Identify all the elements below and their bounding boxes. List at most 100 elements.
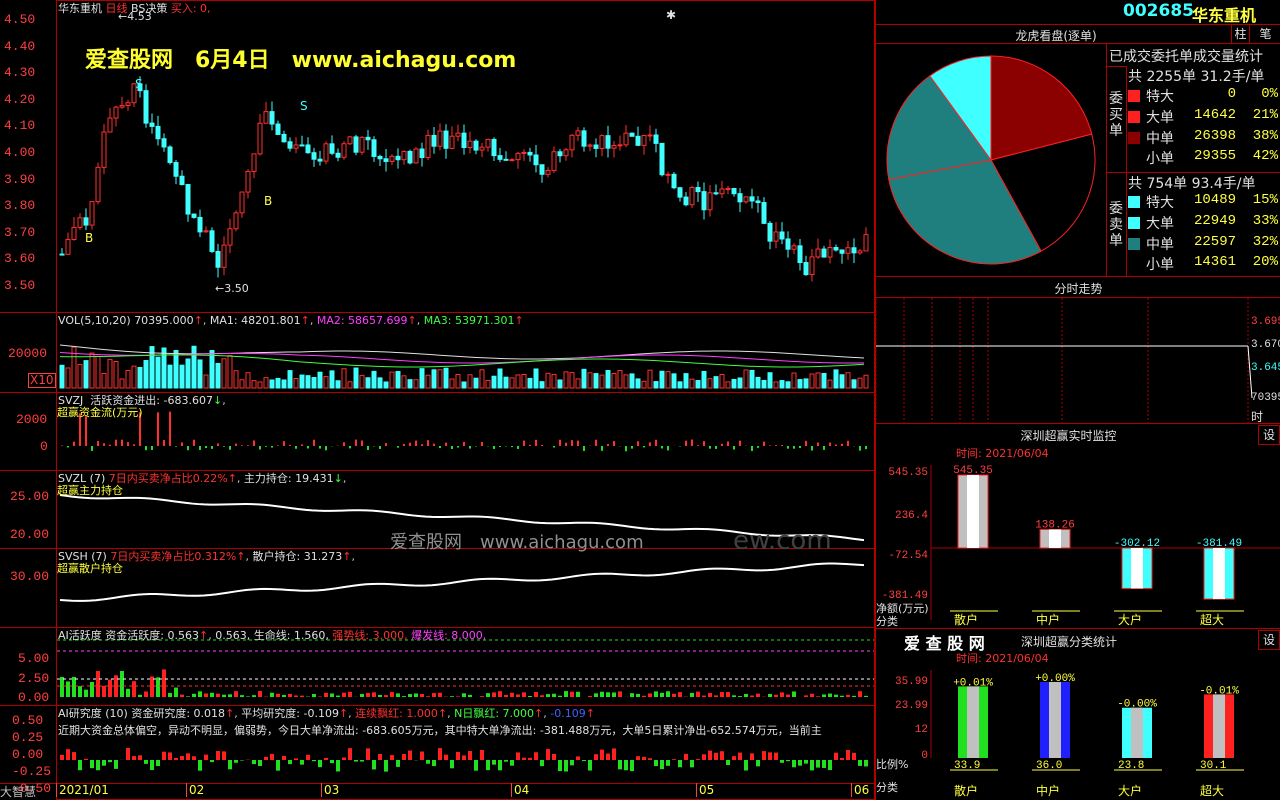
ai1-bar [234,691,238,697]
svzj-bar [283,441,285,446]
ai1-bar [126,688,130,697]
svzj-bar [559,439,561,446]
ai1-bar [654,691,658,697]
volume-bar [131,365,137,389]
order-row: 特大 10489 15% [1128,192,1280,212]
ai2-bar [144,760,148,764]
volume-bar [785,381,791,389]
volume-bar [503,376,509,389]
ai1-axis-2.5: 2.50 [18,671,50,686]
row-count: 14642 [1193,106,1236,123]
quote-header: 002685 华东重机 [876,0,1280,25]
svzj-bar [523,440,525,446]
ai2-bar [156,760,160,767]
row-swatch [1128,110,1140,123]
ai1-bar [768,693,772,697]
ai2-bar [492,760,496,765]
classify-settings-button[interactable]: 设 [1258,630,1280,650]
volume-bar [461,381,467,389]
svzj-bar [223,446,225,447]
ai1-bar [816,696,820,697]
volume-bar [377,377,383,389]
volume-bar [695,380,701,389]
ai2-bar [324,757,328,760]
ai2-bar [162,751,166,760]
candle-body [449,135,455,149]
stock-name: 华东重机 [58,2,102,15]
high-mark: ←4.53 [118,10,152,23]
bar-mode-button[interactable]: 柱 [1231,25,1249,43]
candle-body [365,136,371,141]
candle-body [257,122,263,155]
price-tick: 4.00 [4,145,36,160]
ai1-bar [150,676,154,697]
ai1-bar [504,694,508,697]
volume-bar [209,350,215,389]
low-mark: ←3.50 [215,282,249,295]
classify-chart: 35.9923.99120+0.01%33.9散户+0.00%36.0中户-0.… [895,670,1244,798]
volume-bar [845,372,851,389]
candle-body [617,144,623,147]
pen-mode-button[interactable]: 笔 [1249,25,1280,43]
svzj-bar [835,444,837,446]
vol-ma2: MA2: 58657.699 [316,314,408,327]
ai1-bar [438,692,442,697]
volume-bar [227,355,233,389]
candle-body [377,155,383,160]
row-swatch [1128,131,1140,144]
candle-body [461,132,467,148]
candle-body [317,158,323,162]
volume-bar [143,360,149,389]
row-type: 小单 [1146,151,1174,168]
price-tick: 4.30 [4,65,36,81]
ai1-bar [132,681,136,697]
volume-bar [593,373,599,389]
candle-body [527,151,533,156]
volume-bar [761,379,767,389]
candle-body [173,162,179,177]
volume-bar [95,355,101,389]
ai2-bar [540,760,544,767]
ai1-bar [288,693,292,697]
candle-body [125,102,131,107]
order-row: 大单 22949 33% [1128,213,1280,233]
volume-bar [161,347,167,389]
volume-bar [635,378,641,389]
candle-body [755,200,761,204]
candle-body [767,222,773,242]
volume-bar [413,379,419,389]
candle-body [635,135,641,146]
ai1-bar [828,693,832,697]
ai2-bar [72,752,76,760]
volume-bar [719,373,725,389]
ai1-bar [720,692,724,697]
ai2-bar [138,755,142,760]
candle-body [563,149,569,157]
monitor-bar-label: 散户 [954,612,978,627]
ai1-bar [588,695,592,697]
candle-body [749,196,755,202]
ai2-bar [174,758,178,760]
candle-body [311,152,317,160]
candle-body [701,191,707,211]
candle-body [641,135,647,146]
volume-bar [827,379,833,389]
svzj-bar [367,446,369,450]
ai1-bar [834,694,838,697]
candle-body [275,123,281,135]
ai1-bar [270,692,274,697]
volume-bar [479,369,485,389]
candle-body [443,130,449,149]
candle-body [389,155,395,162]
candle-body [575,130,581,136]
svzj-bar [829,442,831,446]
intraday-chart[interactable] [876,298,1280,423]
ai2-bar [78,760,82,771]
lhk-titlebar: 龙虎看盘(逐单) 柱 笔 [876,24,1280,44]
fs-titlebar: 分时走势 [876,276,1280,298]
svzj-bar [697,445,699,446]
monitor-settings-button[interactable]: 设 [1258,425,1280,445]
ai1-bar [738,696,742,697]
volume-bar [425,374,431,389]
volume-bar [665,371,671,389]
